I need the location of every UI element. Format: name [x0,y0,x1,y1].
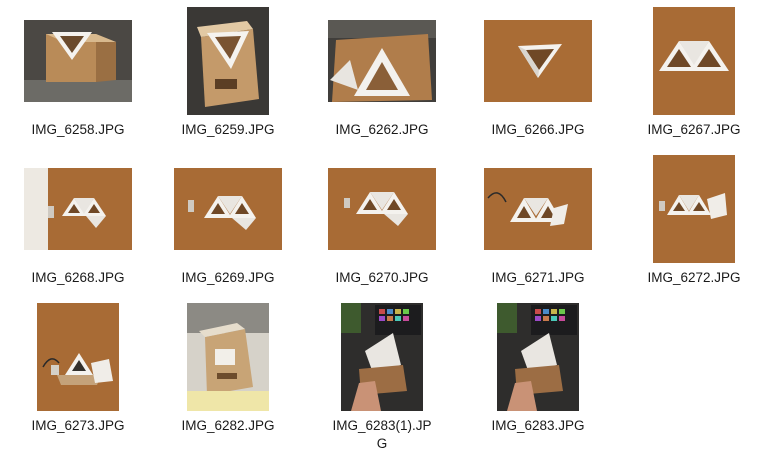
file-name: IMG_6272.JPG [647,270,741,285]
file-item[interactable]: IMG_6271.JPG [460,148,616,298]
file-name: IMG_6266.JPG [491,122,585,137]
image-thumbnail [653,155,735,263]
file-name: IMG_6267.JPG [647,122,741,137]
file-item[interactable]: IMG_6268.JPG [0,148,156,298]
file-item[interactable]: IMG_6273.JPG [0,296,156,446]
file-item[interactable]: IMG_6259.JPG [150,0,306,150]
file-name: IMG_6258.JPG [31,122,125,137]
image-thumbnail [37,303,119,411]
image-thumbnail [174,168,282,250]
file-item[interactable]: IMG_6283(1).JPG [304,296,460,451]
image-thumbnail [484,20,592,102]
file-name: IMG_6283.JPG [491,418,585,433]
file-name: IMG_6282.JPG [181,418,275,433]
image-thumbnail [24,20,132,102]
file-item[interactable]: IMG_6283.JPG [460,296,616,446]
file-item[interactable]: IMG_6269.JPG [150,148,306,298]
file-name: IMG_6268.JPG [31,270,125,285]
image-thumbnail [187,7,269,115]
image-thumbnail [24,168,132,250]
image-thumbnail [328,168,436,250]
image-thumbnail [484,168,592,250]
image-thumbnail [328,20,436,102]
image-thumbnail [653,7,735,115]
file-name: IMG_6283(1).JPG [332,418,432,451]
image-thumbnail [187,303,269,411]
file-name: IMG_6270.JPG [335,270,429,285]
file-item[interactable]: IMG_6266.JPG [460,0,616,150]
file-name: IMG_6269.JPG [181,270,275,285]
file-name: IMG_6259.JPG [181,122,275,137]
file-item[interactable]: IMG_6267.JPG [616,0,761,150]
file-item[interactable]: IMG_6262.JPG [304,0,460,150]
image-thumbnail [341,303,423,411]
file-name: IMG_6262.JPG [335,122,429,137]
file-item[interactable]: IMG_6270.JPG [304,148,460,298]
file-name: IMG_6273.JPG [31,418,125,433]
file-name: IMG_6271.JPG [491,270,585,285]
image-thumbnail [497,303,579,411]
file-item[interactable]: IMG_6282.JPG [150,296,306,446]
file-grid: IMG_6258.JPG IMG_6259.JPG IMG_6262.JPG I… [0,0,761,463]
file-item[interactable]: IMG_6272.JPG [616,148,761,298]
file-item[interactable]: IMG_6258.JPG [0,0,156,150]
